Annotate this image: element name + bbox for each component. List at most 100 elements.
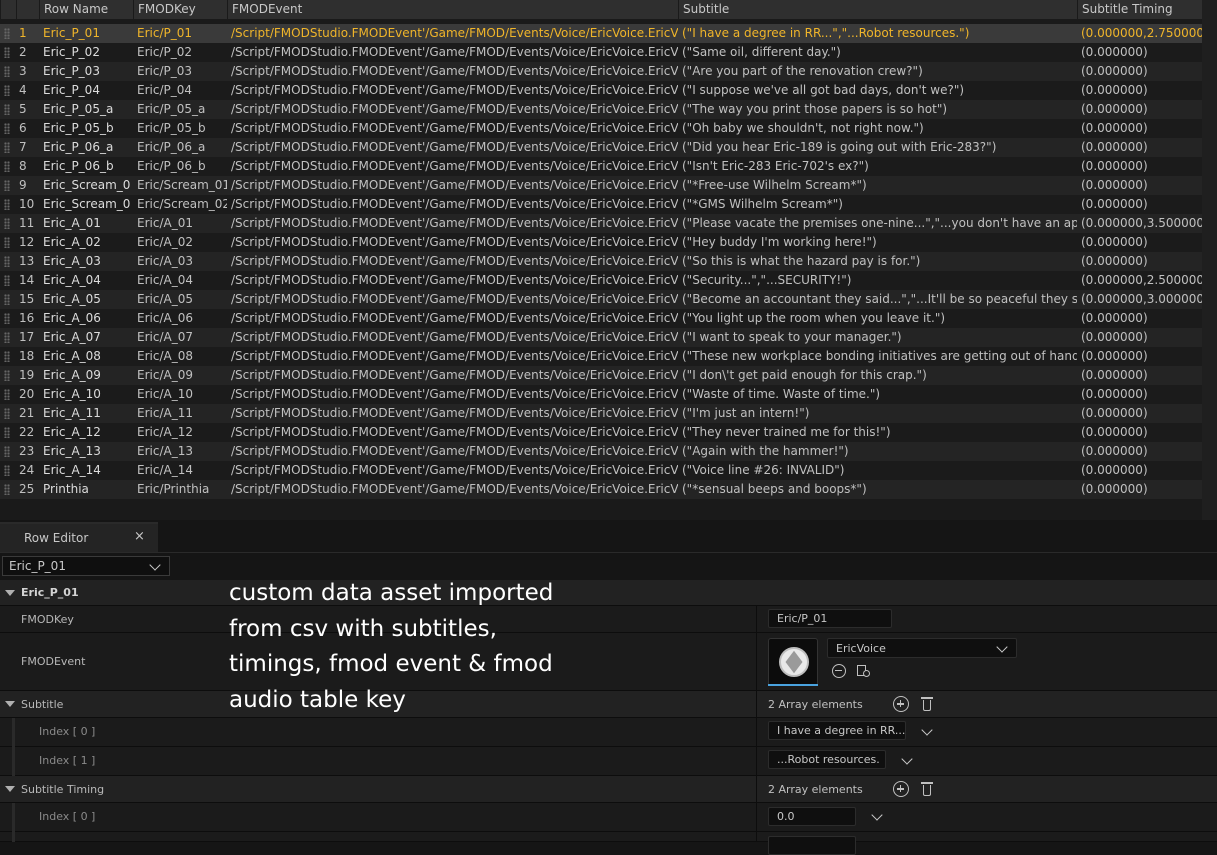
fmodevent-value: EricVoice <box>836 642 886 655</box>
expand-triangle-icon[interactable] <box>5 786 15 792</box>
row-drag-handle[interactable] <box>0 195 16 214</box>
table-row[interactable]: 13 Eric_A_03 Eric/A_03/Script/FMODStudio.F… <box>0 252 1202 271</box>
column-splitter[interactable] <box>756 606 757 633</box>
fmodevent-cell: /Script/FMODStudio.FMODEvent'/Game/FMOD/… <box>231 235 678 249</box>
subtitle-cell: ("I don\'t get paid enough for this crap… <box>682 368 927 382</box>
row-drag-handle[interactable] <box>0 423 16 442</box>
header-fmodevent[interactable]: FMODEvent <box>227 0 678 19</box>
table-row[interactable]: 1 Eric_P_01 Eric/P_01/Script/FMODStudio.FM… <box>0 24 1202 43</box>
table-row[interactable]: 24 Eric_A_14 Eric/A_14/Script/FMODStudio.F… <box>0 461 1202 480</box>
table-row[interactable]: 23 Eric_A_13 Eric/A_13/Script/FMODStudio.F… <box>0 442 1202 461</box>
row-drag-handle[interactable] <box>0 271 16 290</box>
row-drag-handle[interactable] <box>0 480 16 499</box>
row-drag-handle[interactable] <box>0 366 16 385</box>
timing-index-1-partial <box>0 832 1217 855</box>
table-row[interactable]: 19 Eric_A_09 Eric/A_09/Script/FMODStudio.F… <box>0 366 1202 385</box>
table-row[interactable]: 25 Printhia Eric/Printhia/Script/FMODStudi… <box>0 480 1202 499</box>
column-splitter[interactable] <box>756 691 757 718</box>
trash-icon[interactable] <box>919 781 935 797</box>
subtitle-property[interactable]: Subtitle 2 Array elements <box>0 691 1217 718</box>
table-row[interactable]: 16 Eric_A_06 Eric/A_06/Script/FMODStudio.F… <box>0 309 1202 328</box>
row-drag-handle[interactable] <box>0 157 16 176</box>
indent-guide <box>12 718 15 747</box>
header-fmodkey[interactable]: FMODKey <box>133 0 227 19</box>
table-row[interactable]: 10 Eric_Scream_0 Eric/Scream_02/Script/FMO… <box>0 195 1202 214</box>
timing-field-1[interactable] <box>768 836 856 855</box>
column-splitter[interactable] <box>756 832 757 842</box>
column-splitter[interactable] <box>756 633 757 691</box>
column-splitter[interactable] <box>756 747 757 776</box>
expand-triangle-icon[interactable] <box>5 701 15 707</box>
table-row[interactable]: 12 Eric_A_02 Eric/A_02/Script/FMODStudio.F… <box>0 233 1202 252</box>
row-drag-handle[interactable] <box>0 176 16 195</box>
fmodevent-asset-picker[interactable]: EricVoice <box>827 638 1017 658</box>
table-row[interactable]: 6 Eric_P_05_b Eric/P_05_b/Script/FMODStudi… <box>0 119 1202 138</box>
header-subtitle-timing[interactable]: Subtitle Timing <box>1077 0 1202 19</box>
chevron-down-icon[interactable] <box>921 724 933 736</box>
fmodkey-label: FMODKey <box>21 613 74 626</box>
table-row[interactable]: 21 Eric_A_11 Eric/A_11/Script/FMODStudio.F… <box>0 404 1202 423</box>
table-row[interactable]: 9 Eric_Scream_0 Eric/Scream_01/Script/FMOD… <box>0 176 1202 195</box>
table-row[interactable]: 15 Eric_A_05 Eric/A_05/Script/FMODStudio.F… <box>0 290 1202 309</box>
trash-icon[interactable] <box>919 696 935 712</box>
row-drag-handle[interactable] <box>0 385 16 404</box>
subtitle-timing-property[interactable]: Subtitle Timing 2 Array elements <box>0 776 1217 803</box>
subtitle-field-1[interactable]: ...Robot resources. <box>768 750 886 769</box>
expand-triangle-icon[interactable] <box>5 590 15 596</box>
timing-field-0[interactable]: 0.0 <box>768 807 856 826</box>
header-row-name[interactable]: Row Name <box>39 0 133 19</box>
find-in-browser-icon[interactable] <box>856 664 872 678</box>
table-scrollbar[interactable] <box>1202 0 1217 520</box>
row-drag-handle[interactable] <box>0 290 16 309</box>
close-icon[interactable]: × <box>134 529 145 544</box>
asset-thumbnail[interactable] <box>768 638 818 686</box>
row-drag-handle[interactable] <box>0 233 16 252</box>
row-drag-handle[interactable] <box>0 62 16 81</box>
table-row[interactable]: 8 Eric_P_06_b Eric/P_06_b/Script/FMODStudi… <box>0 157 1202 176</box>
table-row[interactable]: 3 Eric_P_03 Eric/P_03/Script/FMODStudio.FM… <box>0 62 1202 81</box>
category-row[interactable]: Eric_P_01 <box>0 580 1217 606</box>
subtitle-cell: ("You light up the room when you leave i… <box>682 311 946 325</box>
subtitle-cell: ("Voice line #26: INVALID") <box>682 463 845 477</box>
row-drag-handle[interactable] <box>0 138 16 157</box>
row-name-cell: Eric_A_03 <box>43 254 101 268</box>
fmodevent-cell: /Script/FMODStudio.FMODEvent'/Game/FMOD/… <box>231 45 678 59</box>
row-drag-handle[interactable] <box>0 347 16 366</box>
chevron-down-icon[interactable] <box>901 753 913 765</box>
add-element-icon[interactable] <box>893 781 909 797</box>
fmodkey-cell: Eric/P_02 <box>137 45 192 59</box>
chevron-down-icon[interactable] <box>871 809 883 821</box>
table-row[interactable]: 11 Eric_A_01 Eric/A_01/Script/FMODStudio.F… <box>0 214 1202 233</box>
row-drag-handle[interactable] <box>0 461 16 480</box>
table-row[interactable]: 7 Eric_P_06_a Eric/P_06_a/Script/FMODStudi… <box>0 138 1202 157</box>
row-drag-handle[interactable] <box>0 252 16 271</box>
row-drag-handle[interactable] <box>0 119 16 138</box>
table-row[interactable]: 2 Eric_P_02 Eric/P_02/Script/FMODStudio.FM… <box>0 43 1202 62</box>
row-drag-handle[interactable] <box>0 81 16 100</box>
row-drag-handle[interactable] <box>0 328 16 347</box>
table-row[interactable]: 18 Eric_A_08 Eric/A_08/Script/FMODStudio.F… <box>0 347 1202 366</box>
header-subtitle[interactable]: Subtitle <box>678 0 1077 19</box>
column-splitter[interactable] <box>756 803 757 832</box>
row-drag-handle[interactable] <box>0 442 16 461</box>
column-splitter[interactable] <box>756 776 757 803</box>
table-row[interactable]: 5 Eric_P_05_a Eric/P_05_a/Script/FMODStudi… <box>0 100 1202 119</box>
row-drag-handle[interactable] <box>0 24 16 43</box>
fmodkey-field[interactable]: Eric/P_01 <box>768 609 892 628</box>
table-row[interactable]: 20 Eric_A_10 Eric/A_10/Script/FMODStudio.F… <box>0 385 1202 404</box>
subtitle-field-0[interactable]: I have a degree in RR... <box>768 721 906 740</box>
column-splitter[interactable] <box>756 718 757 747</box>
add-element-icon[interactable] <box>893 696 909 712</box>
row-drag-handle[interactable] <box>0 214 16 233</box>
row-select-dropdown[interactable]: Eric_P_01 <box>2 556 170 576</box>
table-row[interactable]: 14 Eric_A_04 Eric/A_04/Script/FMODStudio.F… <box>0 271 1202 290</box>
table-row[interactable]: 22 Eric_A_12 Eric/A_12/Script/FMODStudio.F… <box>0 423 1202 442</box>
tab-row-editor[interactable]: Row Editor × <box>0 522 158 552</box>
browse-arrow-icon[interactable] <box>832 664 846 678</box>
table-row[interactable]: 17 Eric_A_07 Eric/A_07/Script/FMODStudio.F… <box>0 328 1202 347</box>
row-drag-handle[interactable] <box>0 43 16 62</box>
row-drag-handle[interactable] <box>0 404 16 423</box>
row-drag-handle[interactable] <box>0 100 16 119</box>
row-drag-handle[interactable] <box>0 309 16 328</box>
table-row[interactable]: 4 Eric_P_04 Eric/P_04/Script/FMODStudio.FM… <box>0 81 1202 100</box>
